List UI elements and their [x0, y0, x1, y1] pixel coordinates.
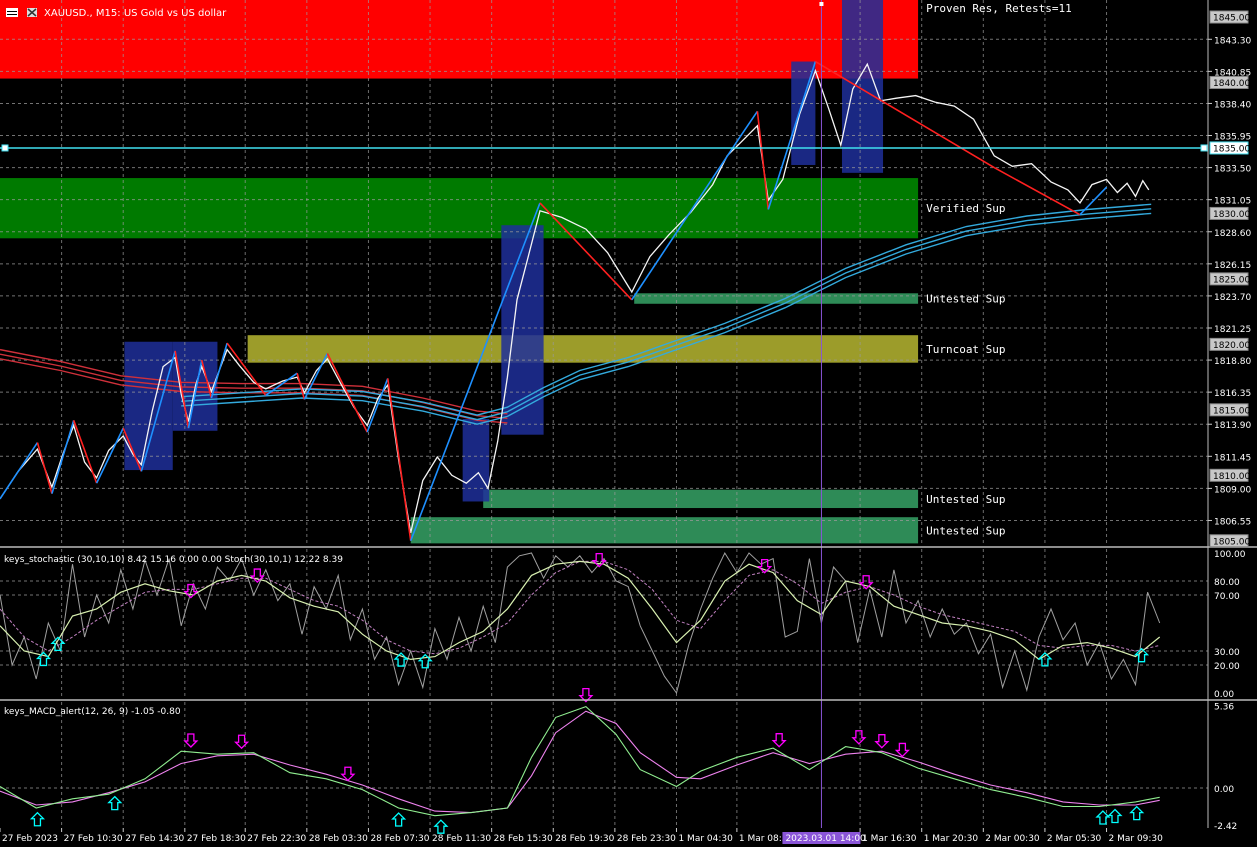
- stoch-tick-label: 100.00: [1214, 550, 1246, 560]
- zone-label: Verified Sup: [926, 202, 1005, 215]
- time-label: 28 Feb 15:30: [494, 834, 553, 844]
- time-label: 1 Mar 04:30: [678, 834, 733, 844]
- time-label: 1 Mar 20:30: [924, 834, 979, 844]
- zone-label: Untested Sup: [926, 524, 1005, 537]
- chart-window-icon-line: [7, 14, 17, 15]
- time-label: 2 Mar 00:30: [985, 834, 1040, 844]
- price-tick-label: 1806.55: [1214, 517, 1251, 527]
- stoch-tick-label: 70.00: [1214, 592, 1240, 602]
- price-tick-label: 1838.40: [1214, 100, 1251, 110]
- time-label: 28 Feb 07:30: [370, 834, 429, 844]
- stoch-tick-label: 30.00: [1214, 648, 1240, 658]
- price-level-label: 1810.00: [1213, 472, 1250, 482]
- zone-label: Untested Sup: [926, 293, 1005, 306]
- price-level-label: 1825.00: [1213, 275, 1250, 285]
- stoch-tick-label: 80.00: [1214, 578, 1240, 588]
- macd-tick-label: 5.36: [1214, 703, 1234, 713]
- price-level-label: 1820.00: [1213, 341, 1250, 351]
- time-label: 28 Feb 11:30: [432, 834, 491, 844]
- price-tick-label: 1835.95: [1214, 133, 1251, 143]
- time-label: 27 Feb 2023: [2, 834, 58, 844]
- price-tick-label: 1831.05: [1214, 197, 1251, 207]
- price-tick-label: 1813.90: [1214, 421, 1251, 431]
- trading-chart[interactable]: Proven Res, Retests=11 Verified Sup Untest…: [0, 0, 1257, 847]
- price-tick-label: 1811.45: [1214, 453, 1251, 463]
- chart-window-icon: [6, 8, 18, 17]
- order-block: [462, 418, 490, 502]
- price-level-label: 1830.00: [1213, 210, 1250, 220]
- price-tick-label: 1826.15: [1214, 261, 1251, 271]
- time-label: 27 Feb 22:30: [247, 834, 306, 844]
- zone-label: Turncoat Sup: [926, 343, 1005, 356]
- zone-label: Proven Res, Retests=11: [926, 2, 1072, 15]
- price-level-label: 1840.00: [1213, 79, 1250, 89]
- hline-handle-right[interactable]: [1200, 144, 1208, 152]
- time-label: 27 Feb 14:30: [125, 834, 184, 844]
- price-level-label: 1845.00: [1213, 14, 1250, 24]
- time-label: 27 Feb 10:30: [64, 834, 123, 844]
- price-tick-label: 1816.35: [1214, 389, 1251, 399]
- stoch-tick-label: 0.00: [1214, 690, 1234, 700]
- zone-4: [483, 489, 919, 509]
- chart-window-icon-line: [7, 11, 17, 12]
- time-label: 28 Feb 23:30: [617, 834, 676, 844]
- zone-label: Untested Sup: [926, 493, 1005, 506]
- price-tick-label: 1818.80: [1214, 357, 1251, 367]
- price-tick-label: 1823.70: [1214, 293, 1251, 303]
- stochastic-label: keys_stochastic (30,10,10) 8.42 15.16 0.…: [4, 555, 343, 565]
- macd-tick-label: -2.42: [1214, 822, 1237, 832]
- price-tick-label: 1809.00: [1214, 485, 1251, 495]
- zone-3: [247, 335, 919, 363]
- hline-handle-left[interactable]: [1, 144, 9, 152]
- time-label: 28 Feb 19:30: [555, 834, 614, 844]
- price-tick-label: 1828.60: [1214, 229, 1251, 239]
- time-label: 2 Mar 09:30: [1109, 834, 1164, 844]
- price-level-label: 1815.00: [1213, 406, 1250, 416]
- vline-handle[interactable]: [819, 2, 824, 6]
- price-tick-label: 1833.50: [1214, 165, 1251, 175]
- zone-1: [0, 178, 919, 239]
- price-tick-label: 1843.30: [1214, 36, 1251, 46]
- time-label: 1 Mar 16:30: [862, 834, 917, 844]
- macd-label: keys_MACD_alert(12, 26, 9) -1.05 -0.80: [4, 707, 181, 717]
- stoch-tick-label: 20.00: [1214, 662, 1240, 672]
- time-label: 27 Feb 18:30: [187, 834, 246, 844]
- zone-5: [410, 517, 919, 544]
- chart-title: XAUUSD., M15: US Gold vs US dollar: [44, 8, 227, 19]
- price-level-label: 1805.00: [1213, 537, 1250, 547]
- order-block: [841, 0, 884, 173]
- macd-tick-label: 0.00: [1214, 785, 1234, 795]
- price-level-label: 1835.00: [1213, 144, 1250, 154]
- price-tick-label: 1821.25: [1214, 325, 1251, 335]
- order-block: [791, 61, 816, 165]
- time-cursor-label: 2023.03.01 14:00: [785, 834, 866, 844]
- time-label: 28 Feb 03:30: [309, 834, 368, 844]
- time-label: 2 Mar 05:30: [1047, 834, 1102, 844]
